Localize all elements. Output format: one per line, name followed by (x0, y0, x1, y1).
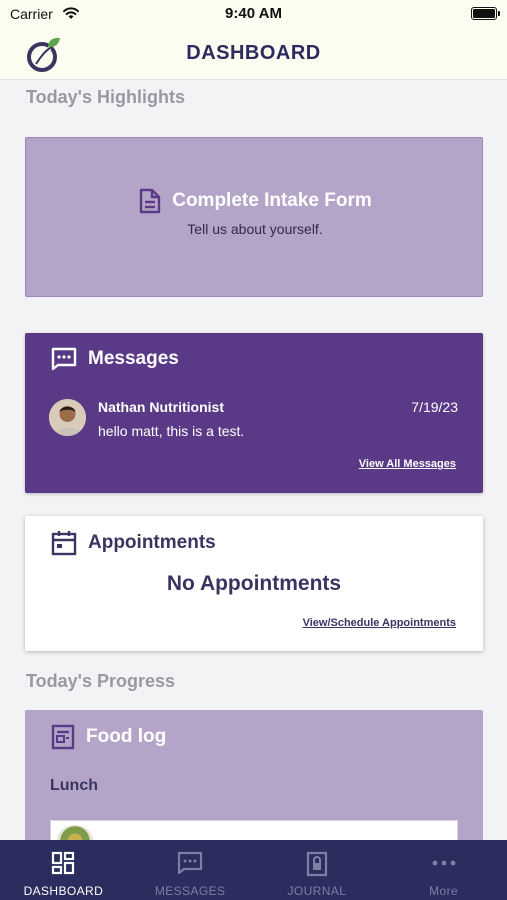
message-sender: Nathan Nutritionist (98, 399, 224, 415)
dashboard-icon (52, 851, 75, 875)
page-title: DASHBOARD (186, 42, 321, 64)
status-bar: Carrier 9:40 AM (0, 0, 507, 30)
tab-dashboard[interactable]: DASHBOARD (0, 840, 127, 900)
more-dots-icon (432, 860, 456, 866)
view-all-messages-link[interactable]: View All Messages (359, 458, 456, 470)
messages-card[interactable]: Messages Nathan Nutritionist 7/19/23 hel… (25, 333, 483, 493)
food-log-card[interactable]: Food log Lunch (25, 710, 483, 860)
avatar (49, 399, 86, 436)
schedule-appointments-link[interactable]: View/Schedule Appointments (303, 617, 456, 629)
highlights-section-title: Today's Highlights (26, 87, 185, 107)
intake-form-subtitle: Tell us about yourself. (187, 221, 323, 237)
intake-form-title: Complete Intake Form (172, 190, 372, 211)
appointments-heading: Appointments (51, 530, 216, 556)
tab-journal-label: JOURNAL (287, 884, 347, 898)
food-log-icon (51, 724, 75, 750)
appointments-title: Appointments (88, 532, 216, 553)
person-avatar-icon (49, 399, 86, 436)
nav-bar: DASHBOARD (0, 30, 507, 80)
tab-more-label: More (429, 884, 459, 898)
message-date: 7/19/23 (411, 399, 458, 415)
appointments-card: Appointments No Appointments View/Schedu… (25, 516, 483, 651)
tab-journal[interactable]: JOURNAL (254, 840, 381, 900)
food-log-heading: Food log (51, 724, 166, 750)
messages-heading: Messages (51, 347, 179, 371)
tab-messages[interactable]: MESSAGES (127, 840, 254, 900)
no-appointments-label: No Appointments (166, 572, 342, 595)
intake-form-card[interactable]: Complete Intake Form Tell us about yours… (25, 137, 483, 297)
document-icon (140, 188, 161, 214)
meal-label: Lunch (50, 777, 98, 794)
lock-book-icon (306, 851, 327, 877)
tab-messages-label: MESSAGES (154, 884, 226, 898)
chat-icon (178, 851, 203, 875)
messages-title: Messages (88, 348, 179, 369)
tab-dashboard-label: DASHBOARD (23, 884, 104, 898)
food-log-title: Food log (86, 726, 167, 747)
message-preview: hello matt, this is a test. (98, 423, 245, 439)
battery-icon (471, 7, 500, 20)
tab-bar: DASHBOARD MESSAGES JOURNAL More (0, 840, 507, 900)
status-time: 9:40 AM (225, 5, 282, 22)
calendar-icon (51, 531, 77, 556)
progress-section-title: Today's Progress (26, 671, 176, 691)
tab-more[interactable]: More (380, 840, 507, 900)
chat-icon (51, 347, 77, 371)
